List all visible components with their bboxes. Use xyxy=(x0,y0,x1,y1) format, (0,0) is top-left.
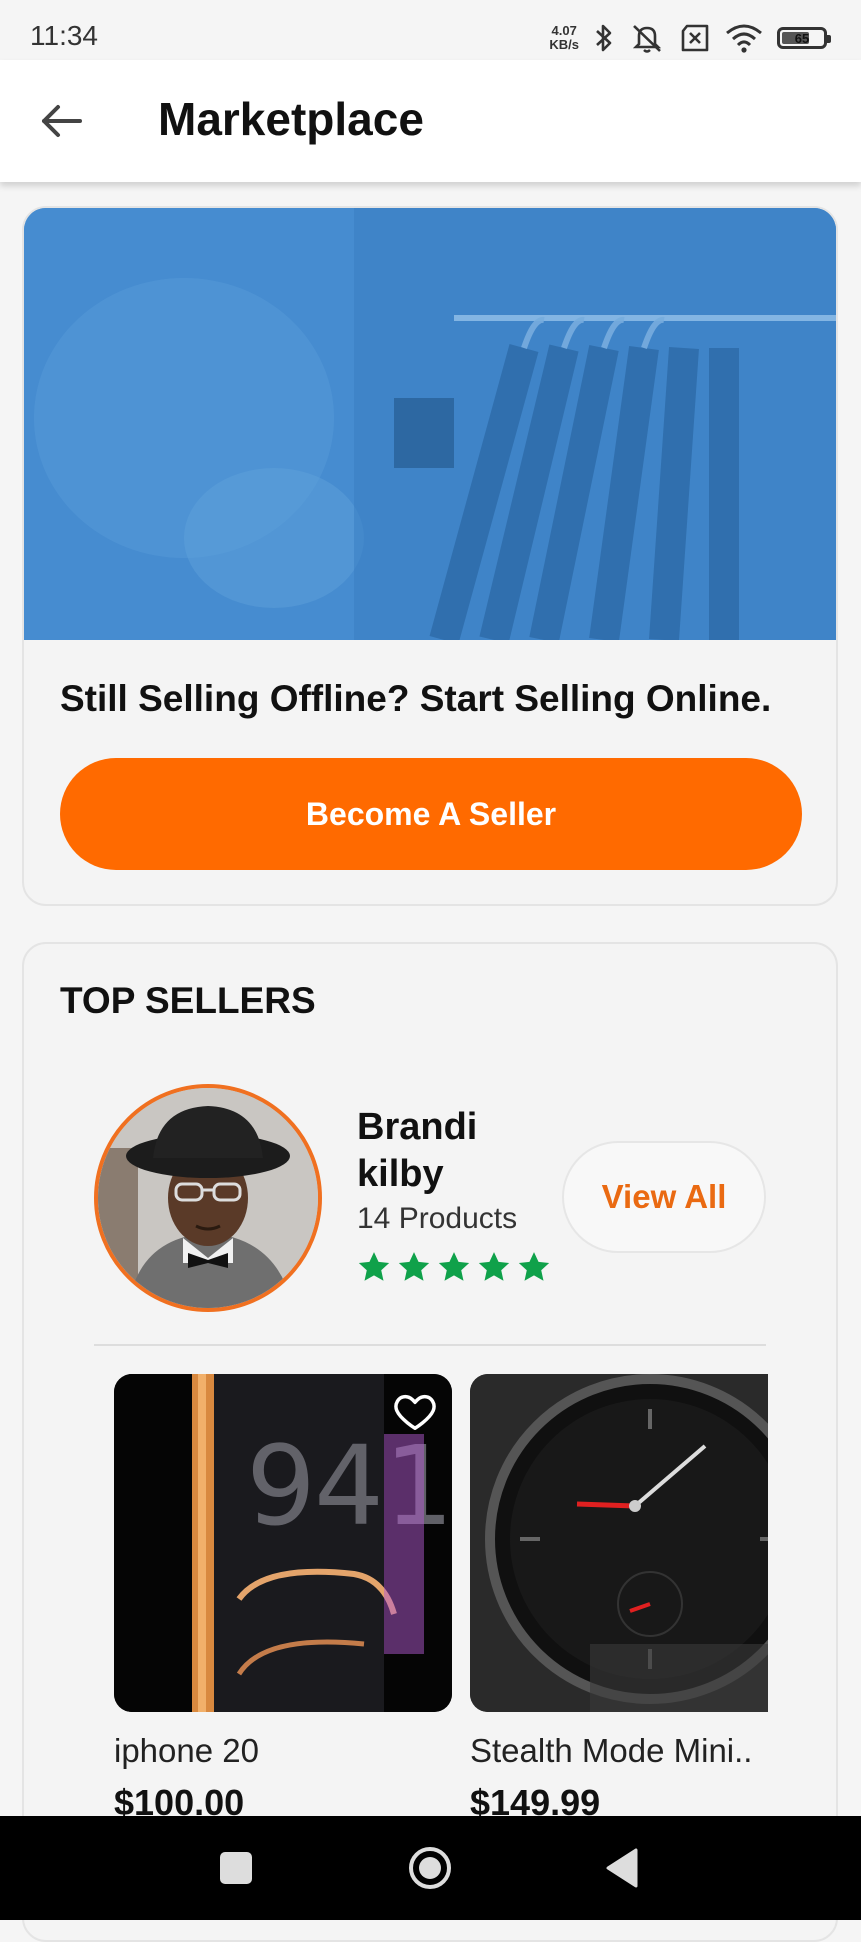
status-time: 11:34 xyxy=(30,20,98,51)
wifi-icon xyxy=(726,24,762,53)
star-icon xyxy=(518,1252,550,1281)
home-circle-icon[interactable] xyxy=(404,1842,456,1894)
star-icon xyxy=(358,1252,390,1281)
page-title: Marketplace xyxy=(158,93,424,145)
product-name: Stealth Mode Mini.. xyxy=(470,1732,753,1769)
star-icon xyxy=(438,1252,470,1281)
mute-icon xyxy=(632,25,662,53)
back-triangle-icon[interactable] xyxy=(598,1842,650,1894)
product-card[interactable]: Stealth Mode Mini.. $149.99 xyxy=(470,1374,768,1824)
phone-photo: 9 41 xyxy=(114,1374,452,1712)
banner-headline: Still Selling Offline? Start Selling Onl… xyxy=(60,678,772,719)
become-seller-card: Still Selling Offline? Start Selling Onl… xyxy=(22,206,838,906)
seller-product-count: 14 Products xyxy=(357,1202,518,1235)
avatar[interactable] xyxy=(94,1084,322,1312)
status-bar: 11:34 4.07 KB/s 65 xyxy=(0,0,861,60)
battery-level: 65 xyxy=(794,30,810,46)
clothing-rack-photo xyxy=(24,208,836,640)
bluetooth-icon xyxy=(596,24,612,52)
seller-name[interactable]: Brandi kilby xyxy=(357,1104,527,1198)
product-card[interactable]: 9 41 iphone 20 $100.00 xyxy=(114,1374,452,1824)
svg-text:41: 41 xyxy=(314,1422,452,1550)
system-nav-bar xyxy=(0,1816,861,1920)
status-icons: 4.07 KB/s 65 xyxy=(549,18,831,58)
arrow-left-icon[interactable] xyxy=(36,96,86,146)
app-bar: Marketplace xyxy=(0,60,861,182)
recents-square-icon[interactable] xyxy=(210,1842,262,1894)
watch-photo xyxy=(470,1374,768,1712)
view-all-button[interactable]: View All xyxy=(562,1141,766,1253)
no-sim-icon xyxy=(681,24,709,52)
divider xyxy=(94,1344,766,1346)
net-speed: 4.07 KB/s xyxy=(549,23,579,52)
top-sellers-card: TOP SELLERS Brandi kilby 14 Products Vie… xyxy=(22,942,838,1942)
section-title: TOP SELLERS xyxy=(60,980,316,1021)
product-name: iphone 20 xyxy=(114,1732,259,1769)
become-seller-button[interactable]: Become A Seller xyxy=(60,758,802,870)
star-icon xyxy=(398,1252,430,1281)
star-icon xyxy=(478,1252,510,1281)
battery-icon: 65 xyxy=(777,27,831,49)
rating-stars xyxy=(357,1250,551,1284)
svg-text:9: 9 xyxy=(246,1422,316,1550)
heart-icon[interactable] xyxy=(392,1388,438,1434)
